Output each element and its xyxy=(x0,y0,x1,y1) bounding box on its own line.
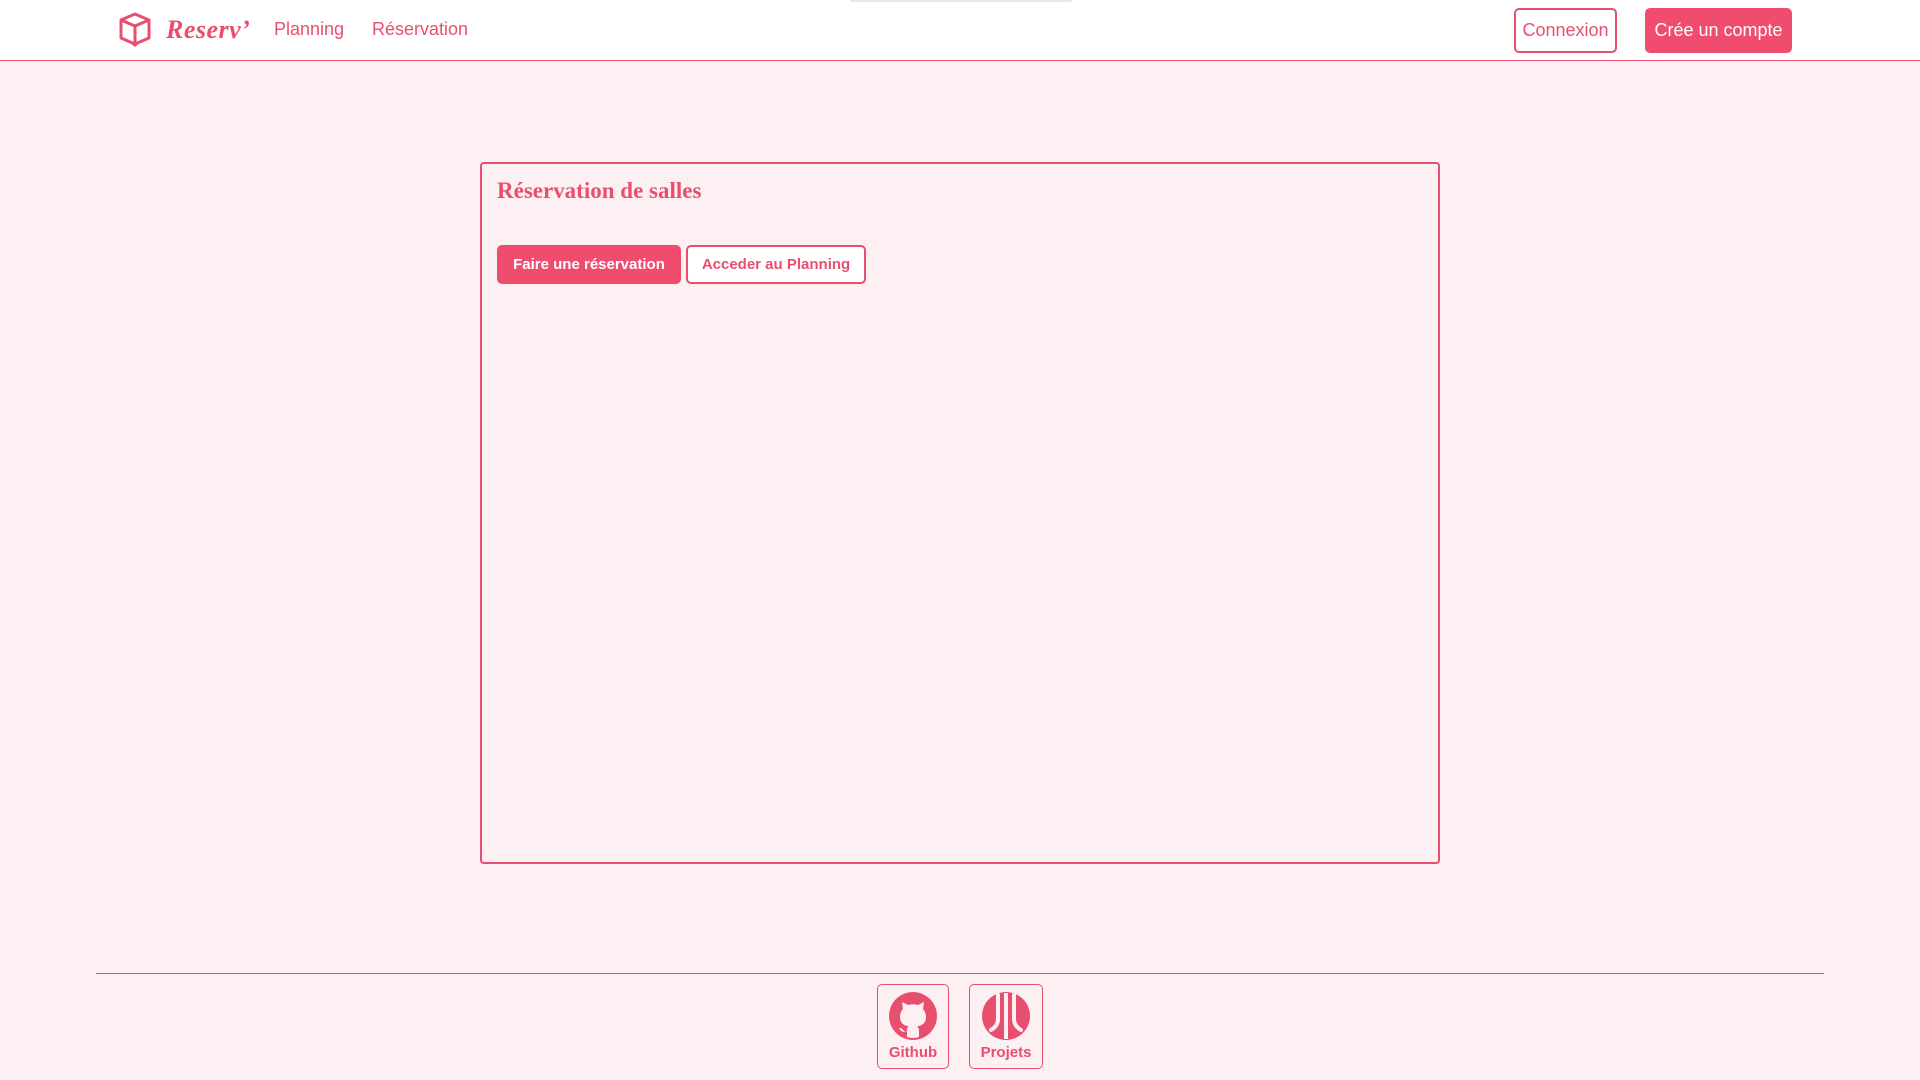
projects-link[interactable]: Projets xyxy=(969,984,1043,1069)
open-planning-button[interactable]: Acceder au Planning xyxy=(686,245,866,284)
login-button[interactable]: Connexion xyxy=(1514,8,1617,53)
nav-link-reservation[interactable]: Réservation xyxy=(372,19,468,40)
github-label: Github xyxy=(888,1044,938,1061)
github-link[interactable]: Github xyxy=(877,984,949,1069)
box-logo-icon xyxy=(118,12,152,48)
brand-logo-link[interactable]: Reserv’ xyxy=(118,12,250,48)
projects-label: Projets xyxy=(980,1044,1032,1061)
page-title: Réservation de salles xyxy=(497,178,702,203)
top-navbar: Reserv’ Planning Réservation Connexion C… xyxy=(0,0,1920,61)
projects-logo-icon xyxy=(981,985,1031,1041)
top-shadow-divider xyxy=(850,0,1072,2)
signup-button[interactable]: Crée un compte xyxy=(1645,8,1792,53)
reservation-card: Réservation de salles Faire une réservat… xyxy=(480,162,1440,864)
nav-link-planning[interactable]: Planning xyxy=(274,19,344,40)
github-icon xyxy=(888,985,938,1041)
footer-divider xyxy=(96,973,1824,974)
brand-name: Reserv’ xyxy=(166,15,251,44)
make-reservation-button[interactable]: Faire une réservation xyxy=(497,245,681,284)
